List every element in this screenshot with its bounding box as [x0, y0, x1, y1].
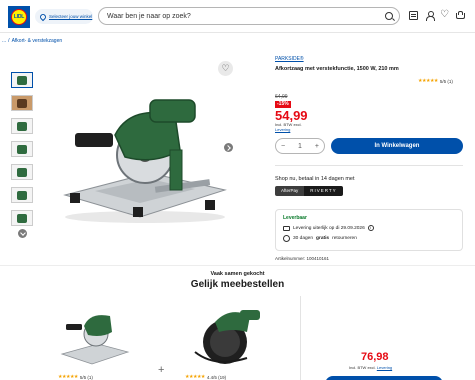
thumbnail-gallery — [11, 72, 34, 233]
thumbnail[interactable] — [11, 210, 33, 226]
availability-status: Leverbaar — [283, 215, 307, 221]
brand-link[interactable]: PARKSIDE® — [275, 56, 304, 62]
price-note: Incl. BTW excl. Levering — [275, 122, 302, 132]
returns-row: 30 dagen gratis retourneren — [283, 235, 357, 242]
pay-later-text: Shop nu, betaal in 14 dagen met — [275, 176, 355, 182]
breadcrumb: ... / Afkort- & verstekzagen — [2, 38, 62, 44]
old-price: 64,99 — [275, 94, 288, 100]
bundle-item-circular-saw-image[interactable] — [185, 302, 265, 370]
bundle-item-miter-saw-image[interactable] — [60, 306, 130, 366]
thumbnail[interactable] — [11, 164, 33, 180]
return-icon — [283, 235, 290, 242]
search-icon[interactable] — [385, 12, 393, 20]
riverty-logo: RIVERTY — [304, 186, 343, 196]
favorite-heart-icon[interactable]: ♡ — [218, 61, 233, 76]
star-rating-icon: ★★★★★ — [58, 374, 78, 380]
account-icon[interactable] — [425, 11, 435, 21]
divider — [275, 165, 463, 166]
cart-icon[interactable] — [455, 11, 465, 20]
delivery-text: Levering uiterlijk op di 29.09.2026 — [293, 225, 365, 231]
thumbnail[interactable] — [11, 141, 33, 157]
product-title: Afkortzaag met verstekfunctie, 1500 W, 2… — [275, 66, 399, 72]
plus-sign: + — [158, 364, 165, 376]
article-number: Artikelnummer: 100410161 — [275, 256, 330, 261]
qty-value[interactable]: 1 — [298, 143, 302, 150]
star-rating-icon: ★★★★★ — [418, 78, 438, 84]
add-to-cart-button[interactable]: In Winkelwagen — [331, 138, 463, 154]
bundle-price-note: Incl. BTW excl. Levering — [349, 365, 392, 370]
breadcrumb-category[interactable]: Afkort- & verstekzagen — [12, 38, 63, 44]
qty-minus-button[interactable]: − — [281, 143, 285, 150]
rating-text: 5/5 (1) — [79, 374, 93, 380]
thumbnails-down-arrow-icon[interactable] — [18, 229, 27, 238]
site-header: LIDL Selecteer jouw winkel Waar ben je n… — [0, 0, 475, 33]
logo-text: LIDL — [13, 14, 25, 20]
shopping-list-icon[interactable] — [409, 11, 418, 20]
favorites-icon[interactable]: ♡ — [440, 10, 450, 20]
thumbnail[interactable] — [11, 95, 33, 111]
returns-bold: gratis — [316, 236, 330, 241]
breadcrumb-ellipsis[interactable]: ... — [2, 38, 6, 44]
payment-logos: AfterPay RIVERTY — [275, 186, 343, 196]
returns-prefix: 30 dagen — [293, 236, 314, 241]
breadcrumb-separator: / — [8, 38, 10, 44]
thumbnail[interactable] — [11, 187, 33, 203]
delivery-cost-link[interactable]: Levering — [275, 127, 302, 132]
bundle-add-to-cart-button[interactable] — [325, 376, 443, 380]
rating-text: 5/5 (1) — [439, 78, 453, 84]
afterpay-logo: AfterPay — [275, 186, 305, 196]
bundle-price-note-text: Incl. BTW excl. — [349, 365, 376, 370]
bundle-item2-rating: ★★★★★ 4.4/5 (19) — [185, 374, 226, 380]
quantity-stepper[interactable]: − 1 + — [275, 138, 325, 154]
bundle-total-price: 76,98 — [361, 351, 389, 363]
rating-text: 4.4/5 (19) — [206, 374, 227, 380]
location-pin-icon — [38, 12, 48, 21]
bundle-item1-rating: ★★★★★ 5/5 (1) — [58, 374, 93, 380]
search-placeholder: Waar ben je naar op zoek? — [107, 12, 191, 20]
thumbnail[interactable] — [11, 118, 33, 134]
bundle-subtitle: Vaak samen gekocht — [210, 271, 265, 277]
product-image-miter-saw — [63, 99, 227, 223]
returns-suffix: retourneren — [332, 236, 357, 241]
store-selector-button[interactable]: Selecteer jouw winkel — [35, 9, 93, 24]
lidl-logo[interactable]: LIDL — [8, 6, 30, 28]
discount-badge: -15% — [275, 101, 291, 108]
availability-box: Leverbaar Levering uiterlijk op di 29.09… — [275, 209, 463, 251]
qty-plus-button[interactable]: + — [315, 143, 319, 150]
product-rating[interactable]: ★★★★★ 5/5 (1) — [418, 78, 453, 84]
price: 54,99 — [275, 108, 308, 123]
bundle-divider — [300, 296, 301, 380]
info-icon[interactable]: i — [367, 225, 374, 231]
image-next-arrow-icon[interactable] — [224, 143, 233, 152]
search-input[interactable]: Waar ben je naar op zoek? — [98, 7, 400, 25]
section-divider — [0, 265, 475, 266]
bundle-delivery-link[interactable]: Levering — [377, 365, 392, 370]
truck-icon — [283, 225, 290, 231]
thumbnail[interactable] — [11, 72, 33, 88]
bundle-title: Gelijk meebestellen — [190, 279, 285, 290]
delivery-row: Levering uiterlijk op di 29.09.2026 i — [283, 225, 374, 231]
store-selector-label: Selecteer jouw winkel — [49, 14, 93, 19]
star-rating-icon: ★★★★★ — [185, 374, 205, 380]
